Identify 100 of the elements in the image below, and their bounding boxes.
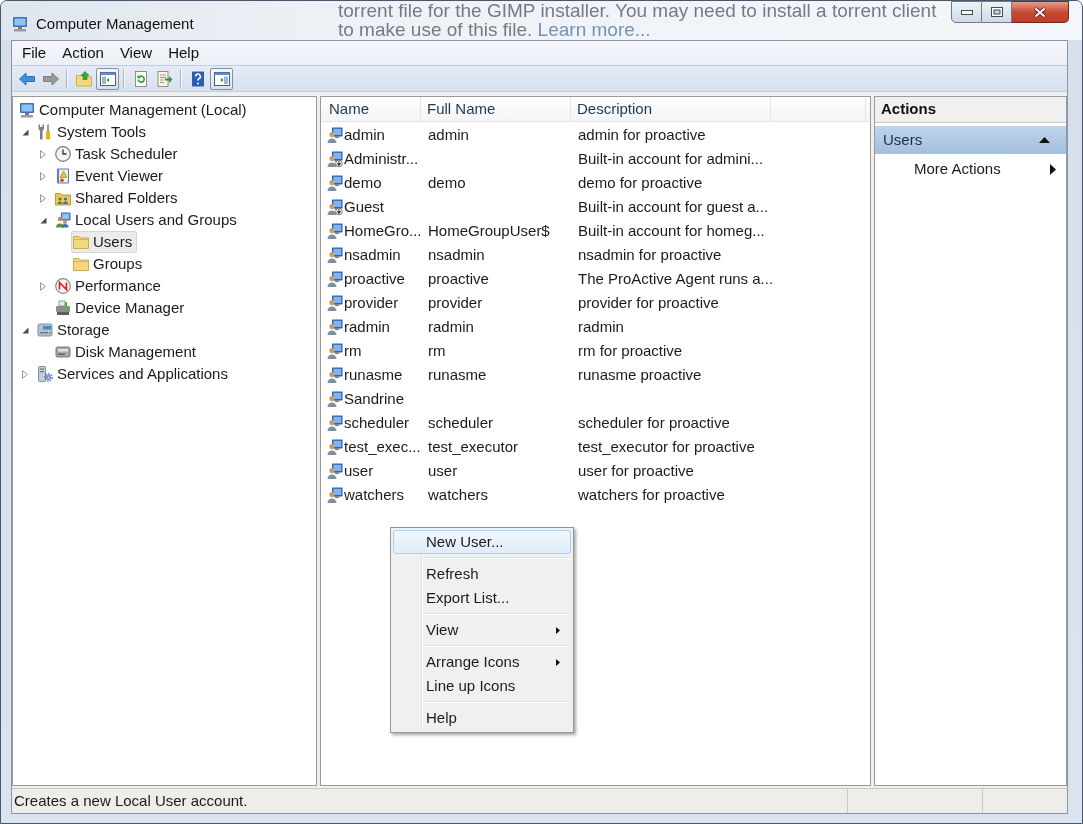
full-name-cell: test_executor <box>428 437 519 455</box>
description-cell: rm for proactive <box>578 341 683 359</box>
minimize-button[interactable] <box>951 1 982 23</box>
full-name-cell: runasme <box>428 365 487 383</box>
tree-item[interactable]: Groups <box>71 253 148 275</box>
tree-item[interactable]: Computer Management (Local) <box>17 99 252 121</box>
full-name-cell: proactive <box>428 269 489 287</box>
description-cell: demo for proactive <box>578 173 703 191</box>
minimize-icon <box>960 9 973 15</box>
description-cell: Built-in account for guest a... <box>578 197 769 215</box>
tree-item[interactable]: Local Users and Groups <box>53 209 242 231</box>
user-name-cell[interactable]: watchers <box>344 483 405 507</box>
user-name-cell[interactable]: runasme <box>344 363 403 387</box>
description-cell: Built-in account for homeg... <box>578 221 765 239</box>
shared-folder-icon <box>55 190 71 206</box>
tree-item[interactable]: System Tools <box>35 121 151 143</box>
context-menu-item[interactable]: Arrange Icons <box>393 650 571 674</box>
window-title: Computer Management <box>36 14 194 34</box>
column-header[interactable]: Description <box>571 97 771 121</box>
close-icon <box>1034 6 1046 18</box>
user-name-cell[interactable]: HomeGro... <box>344 219 422 243</box>
tree-item[interactable]: Users <box>71 231 138 253</box>
column-header[interactable]: Full Name <box>421 97 571 121</box>
server-gear-icon <box>37 366 53 382</box>
menu-item[interactable]: View <box>111 42 161 64</box>
tree-item[interactable]: Task Scheduler <box>53 143 183 165</box>
computer-icon <box>19 102 35 118</box>
collapsed-arrow-icon[interactable] <box>22 369 28 379</box>
maximize-button[interactable] <box>982 1 1012 23</box>
collapsed-arrow-icon[interactable] <box>40 281 46 291</box>
menu-item[interactable]: Help <box>160 42 207 64</box>
users-computer-icon <box>55 212 71 228</box>
collapsed-arrow-icon[interactable] <box>40 171 46 181</box>
context-menu-item[interactable]: Export List... <box>393 586 571 610</box>
context-menu-item[interactable]: Help <box>393 706 571 730</box>
description-cell: admin for proactive <box>578 125 706 143</box>
description-cell: provider for proactive <box>578 293 719 311</box>
close-button[interactable] <box>1012 1 1069 23</box>
user-name-cell[interactable]: provider <box>344 291 399 315</box>
expanded-arrow-icon[interactable] <box>40 216 47 224</box>
description-cell: radmin <box>578 317 624 335</box>
folder-icon <box>73 256 89 272</box>
menu-item[interactable]: Action <box>54 42 112 64</box>
expanded-arrow-icon[interactable] <box>22 326 29 334</box>
user-name-cell[interactable]: Sandrine <box>344 387 405 411</box>
context-menu-item[interactable]: Line up Icons <box>393 674 571 698</box>
context-menu-item[interactable]: View <box>393 618 571 642</box>
warning-document-icon <box>55 168 71 184</box>
background-page-text: torrent file for the GIMP installer. You may need to install a torrent client <box>338 1 937 20</box>
full-name-cell: rm <box>428 341 446 359</box>
full-name-cell: watchers <box>428 485 489 503</box>
full-name-cell: radmin <box>428 317 474 335</box>
user-name-cell[interactable]: proactive <box>344 267 405 291</box>
action-item[interactable]: More Actions <box>875 154 1066 184</box>
collapsed-arrow-icon[interactable] <box>40 193 46 203</box>
clock-icon <box>55 146 71 162</box>
zigzag-circle-icon <box>55 278 71 294</box>
menu-item[interactable]: File <box>14 42 55 64</box>
description-cell: The ProActive Agent runs a... <box>578 269 774 287</box>
description-cell: scheduler for proactive <box>578 413 730 431</box>
full-name-cell: provider <box>428 293 483 311</box>
full-name-cell: admin <box>428 125 469 143</box>
user-name-cell[interactable]: test_exec... <box>344 435 421 459</box>
printer-icon <box>55 300 71 316</box>
user-name-cell[interactable]: radmin <box>344 315 390 339</box>
storage-drive-icon <box>37 322 53 338</box>
description-cell: user for proactive <box>578 461 694 479</box>
tree-item[interactable]: Storage <box>35 319 115 341</box>
collapse-triangle-icon[interactable] <box>1039 137 1050 143</box>
actions-section-header[interactable]: Users <box>875 126 1066 154</box>
context-menu-item[interactable]: New User... <box>393 530 571 554</box>
tree-item[interactable]: Shared Folders <box>53 187 183 209</box>
collapsed-arrow-icon[interactable] <box>40 149 46 159</box>
context-menu-item[interactable]: Refresh <box>393 562 571 586</box>
tree-item[interactable]: Performance <box>53 275 166 297</box>
tree-item[interactable]: Disk Management <box>53 341 201 363</box>
tree-item[interactable]: Event Viewer <box>53 165 169 187</box>
tree-item[interactable]: Services and Applications <box>35 363 233 385</box>
full-name-cell: user <box>428 461 458 479</box>
description-cell: runasme proactive <box>578 365 702 383</box>
user-name-cell[interactable]: admin <box>344 123 385 147</box>
disk-drive-icon <box>55 344 71 360</box>
folder-icon <box>73 234 89 250</box>
description-cell: test_executor for proactive <box>578 437 755 455</box>
description-cell: watchers for proactive <box>578 485 725 503</box>
background-page-text: to make use of this file. Learn more... <box>338 20 652 39</box>
full-name-cell: HomeGroupUser$ <box>428 221 550 239</box>
user-name-cell[interactable]: demo <box>344 171 382 195</box>
user-name-cell[interactable]: nsadmin <box>344 243 401 267</box>
full-name-cell: demo <box>428 173 466 191</box>
maximize-icon <box>990 7 1003 17</box>
tree-item[interactable]: Device Manager <box>53 297 190 319</box>
user-name-cell[interactable]: user <box>344 459 374 483</box>
expanded-arrow-icon[interactable] <box>22 128 29 136</box>
computer-icon <box>12 16 28 33</box>
wrench-screwdriver-icon <box>37 124 53 140</box>
description-cell: nsadmin for proactive <box>578 245 722 263</box>
user-name-cell[interactable]: rm <box>344 339 362 363</box>
column-header[interactable]: Name <box>321 97 421 121</box>
user-name-cell[interactable]: scheduler <box>344 411 410 435</box>
